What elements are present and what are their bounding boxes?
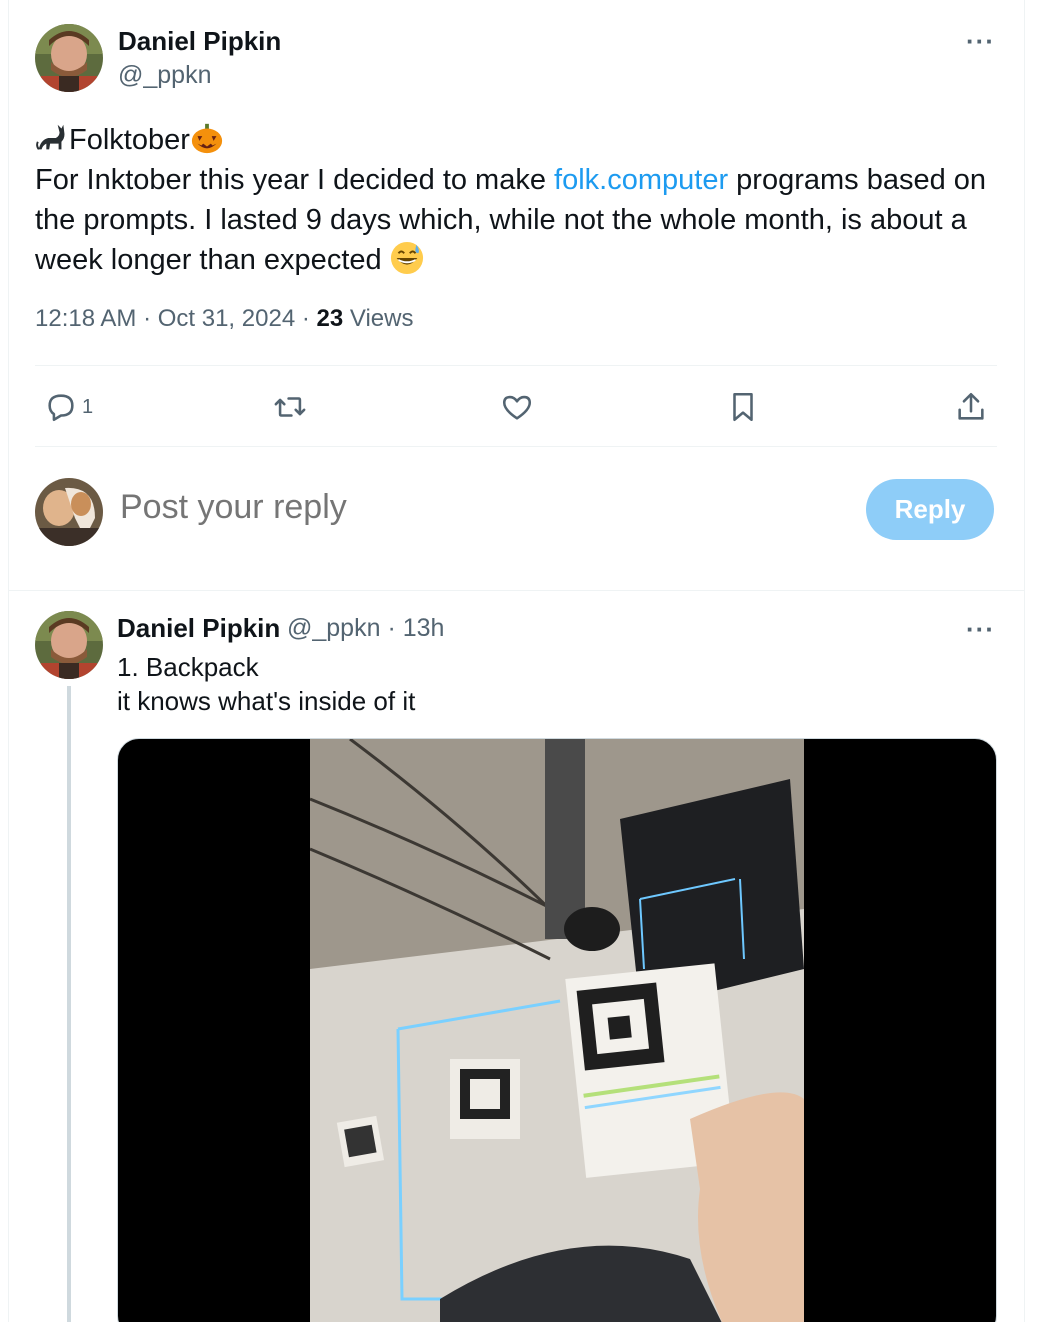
retweet-icon: [274, 397, 306, 417]
reply-author-avatar[interactable]: [35, 611, 103, 679]
tweet-body-start: For Inktober this year I decided to make: [35, 164, 555, 196]
like-icon: [502, 395, 532, 420]
folktober-title: Folktober: [69, 124, 190, 156]
thread-connector: [67, 686, 71, 1322]
views-label: Views: [349, 305, 414, 332]
more-options-icon[interactable]: ···: [966, 26, 995, 57]
reply-action[interactable]: 1: [44, 390, 93, 424]
author-name[interactable]: Daniel Pipkin: [118, 26, 281, 57]
comment-icon: [48, 394, 74, 422]
author-handle[interactable]: @_ppkn: [118, 61, 212, 90]
reply-count: 1: [82, 395, 94, 418]
media-video[interactable]: [117, 738, 997, 1322]
reply-button[interactable]: Reply: [866, 479, 994, 540]
tweet-date[interactable]: Oct 31, 2024: [158, 305, 295, 332]
divider: [8, 590, 1025, 591]
reply-line-2: it knows what's inside of it: [117, 686, 416, 716]
grinning-sweat-emoji-icon: [390, 241, 423, 275]
bookmark-icon: [733, 392, 753, 422]
reply-input[interactable]: [120, 488, 563, 527]
share-icon: [958, 392, 984, 420]
tweet-time[interactable]: 12:18 AM: [35, 305, 136, 332]
share-action[interactable]: [954, 390, 988, 424]
reply-handle[interactable]: @_ppkn: [287, 614, 381, 642]
divider: [35, 446, 997, 447]
reply-text: 1. Backpack it knows what's inside of it: [117, 650, 415, 718]
reply-line-1: 1. Backpack: [117, 652, 259, 682]
reply-more-options-icon[interactable]: ···: [966, 614, 995, 645]
current-user-avatar[interactable]: [35, 478, 103, 546]
views-count: 23: [316, 305, 344, 332]
reply-author-name[interactable]: Daniel Pipkin: [117, 613, 280, 644]
folk-computer-link[interactable]: folk.computer: [554, 164, 728, 196]
tweet-meta: 12:18 AM · Oct 31, 2024 · 23 Views: [35, 305, 414, 332]
like-action[interactable]: [500, 390, 534, 424]
jack-o-lantern-emoji-icon: [191, 123, 223, 154]
divider: [35, 365, 997, 366]
video-frame: [310, 739, 804, 1322]
reply-author-handle: @_ppkn · 13h: [287, 614, 444, 643]
separator-dot: ·: [387, 614, 396, 642]
retweet-action[interactable]: [273, 390, 307, 424]
reply-age[interactable]: 13h: [403, 614, 445, 642]
bookmark-action[interactable]: [726, 390, 760, 424]
tweet-text: Folktober For Inktober this year I decid…: [35, 120, 995, 280]
author-avatar[interactable]: [35, 24, 103, 92]
black-cat-emoji-icon: [36, 124, 65, 150]
